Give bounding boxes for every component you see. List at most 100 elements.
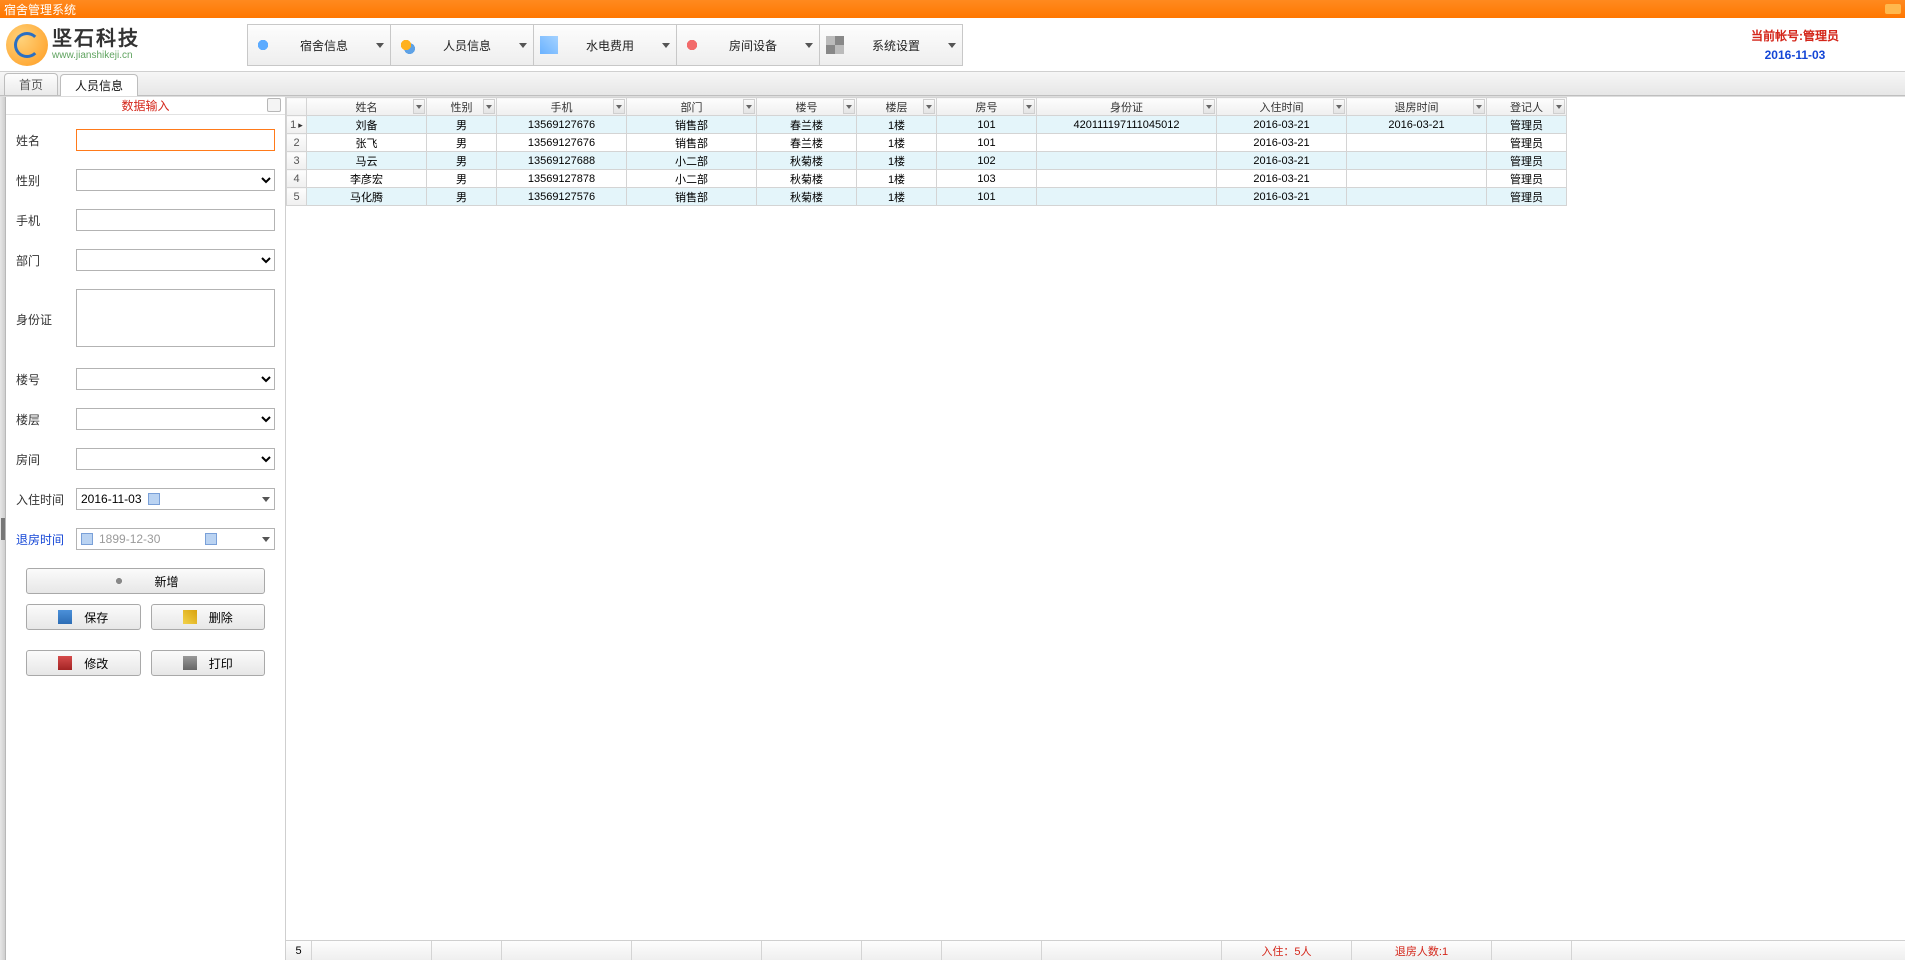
save-button[interactable]: 保存	[26, 604, 141, 630]
column-filter-dropdown[interactable]	[1473, 99, 1485, 114]
table-cell: 2016-03-21	[1217, 134, 1347, 152]
button-label: 新增	[154, 573, 178, 590]
table-row[interactable]: 4李彦宏男13569127878小二部秋菊楼1楼1032016-03-21管理员	[287, 170, 1567, 188]
column-filter-dropdown[interactable]	[923, 99, 935, 114]
column-header[interactable]: 手机	[497, 98, 627, 116]
table-row[interactable]: 3马云男13569127688小二部秋菊楼1楼1022016-03-21管理员	[287, 152, 1567, 170]
footer-cell: 入住：5人	[1222, 941, 1352, 960]
table-cell: 男	[427, 152, 497, 170]
data-grid-area: 姓名性别手机部门楼号楼层房号身份证入住时间退房时间登记人1刘备男13569127…	[286, 97, 1905, 960]
table-cell: 秋菊楼	[757, 152, 857, 170]
table-cell: 销售部	[627, 116, 757, 134]
column-header[interactable]: 性别	[427, 98, 497, 116]
new-button[interactable]: 新增	[26, 568, 265, 594]
room-label: 房间	[16, 451, 76, 468]
panel-collapse-handle[interactable]	[0, 97, 6, 960]
menu-person-info[interactable]: 人员信息	[390, 24, 534, 66]
table-cell: 男	[427, 170, 497, 188]
column-filter-dropdown[interactable]	[613, 99, 625, 114]
table-cell: 13569127878	[497, 170, 627, 188]
table-cell: 销售部	[627, 134, 757, 152]
table-cell: 101	[937, 188, 1037, 206]
menu-system-settings[interactable]: 系统设置	[819, 24, 963, 66]
table-cell: 管理员	[1487, 170, 1567, 188]
tab-person-info[interactable]: 人员信息	[60, 74, 138, 96]
table-row[interactable]: 5马化腾男13569127576销售部秋菊楼1楼1012016-03-21管理员	[287, 188, 1567, 206]
room-select[interactable]	[76, 448, 275, 470]
logo-icon	[6, 24, 48, 66]
footer-cell: 退房人数:1	[1352, 941, 1492, 960]
column-header[interactable]: 部门	[627, 98, 757, 116]
table-cell: 秋菊楼	[757, 188, 857, 206]
save-icon	[58, 610, 72, 624]
column-filter-dropdown[interactable]	[743, 99, 755, 114]
print-button[interactable]: 打印	[151, 650, 266, 676]
column-filter-dropdown[interactable]	[413, 99, 425, 114]
gender-select[interactable]	[76, 169, 275, 191]
table-cell	[1347, 188, 1487, 206]
footer-row-count: 5	[286, 941, 312, 960]
calendar-icon	[81, 533, 93, 545]
button-label: 删除	[209, 609, 233, 626]
column-header[interactable]: 登记人	[1487, 98, 1567, 116]
menu-label: 宿舍信息	[282, 37, 366, 54]
phone-input[interactable]	[76, 209, 275, 231]
logo-area: 坚石科技 www.jianshikeji.cn	[0, 18, 247, 71]
modify-button[interactable]: 修改	[26, 650, 141, 676]
table-cell: 13569127676	[497, 116, 627, 134]
footer-cell	[502, 941, 632, 960]
tab-home[interactable]: 首页	[4, 73, 58, 95]
current-account-label: 当前帐号:管理员	[1751, 27, 1839, 44]
delete-button[interactable]: 删除	[151, 604, 266, 630]
table-cell: 1楼	[857, 188, 937, 206]
table-cell: 男	[427, 116, 497, 134]
delete-icon	[183, 610, 197, 624]
building-label: 楼号	[16, 371, 76, 388]
menu-room-equip[interactable]: 房间设备	[676, 24, 820, 66]
table-cell: 春兰楼	[757, 116, 857, 134]
pin-icon[interactable]	[267, 98, 281, 112]
table-cell: 马化腾	[307, 188, 427, 206]
menu-label: 水电费用	[568, 37, 652, 54]
column-header[interactable]: 楼号	[757, 98, 857, 116]
column-filter-dropdown[interactable]	[1203, 99, 1215, 114]
footer-cell	[312, 941, 432, 960]
phone-label: 手机	[16, 212, 76, 229]
name-input[interactable]	[76, 129, 275, 151]
column-header[interactable]: 身份证	[1037, 98, 1217, 116]
row-number: 4	[287, 170, 307, 188]
row-number: 3	[287, 152, 307, 170]
checkin-date-picker[interactable]: 2016-11-03	[76, 488, 275, 510]
menu-utility-fee[interactable]: 水电费用	[533, 24, 677, 66]
column-header[interactable]: 楼层	[857, 98, 937, 116]
table-cell: 1楼	[857, 134, 937, 152]
footer-cell	[432, 941, 502, 960]
footer-cell	[942, 941, 1042, 960]
table-cell: 小二部	[627, 170, 757, 188]
column-header[interactable]: 退房时间	[1347, 98, 1487, 116]
department-select[interactable]	[76, 249, 275, 271]
floor-select[interactable]	[76, 408, 275, 430]
column-filter-dropdown[interactable]	[843, 99, 855, 114]
table-cell: 管理员	[1487, 188, 1567, 206]
table-cell	[1037, 170, 1217, 188]
grid-scroll[interactable]: 姓名性别手机部门楼号楼层房号身份证入住时间退房时间登记人1刘备男13569127…	[286, 97, 1905, 940]
column-filter-dropdown[interactable]	[1333, 99, 1345, 114]
column-header[interactable]: 房号	[937, 98, 1037, 116]
table-row[interactable]: 2张飞男13569127676销售部春兰楼1楼1012016-03-21管理员	[287, 134, 1567, 152]
chevron-down-icon	[376, 43, 384, 48]
column-filter-dropdown[interactable]	[1023, 99, 1035, 114]
building-select[interactable]	[76, 368, 275, 390]
menu-label: 系统设置	[854, 37, 938, 54]
column-header[interactable]: 姓名	[307, 98, 427, 116]
chevron-down-icon	[805, 43, 813, 48]
minimize-button[interactable]	[1885, 4, 1901, 14]
menu-label: 人员信息	[425, 37, 509, 54]
column-header[interactable]: 入住时间	[1217, 98, 1347, 116]
column-filter-dropdown[interactable]	[483, 99, 495, 114]
checkout-date-picker[interactable]: 1899-12-30	[76, 528, 275, 550]
table-row[interactable]: 1刘备男13569127676销售部春兰楼1楼10142011119711104…	[287, 116, 1567, 134]
menu-dorm-info[interactable]: 宿舍信息	[247, 24, 391, 66]
idcard-textarea[interactable]	[76, 289, 275, 347]
column-filter-dropdown[interactable]	[1553, 99, 1565, 114]
